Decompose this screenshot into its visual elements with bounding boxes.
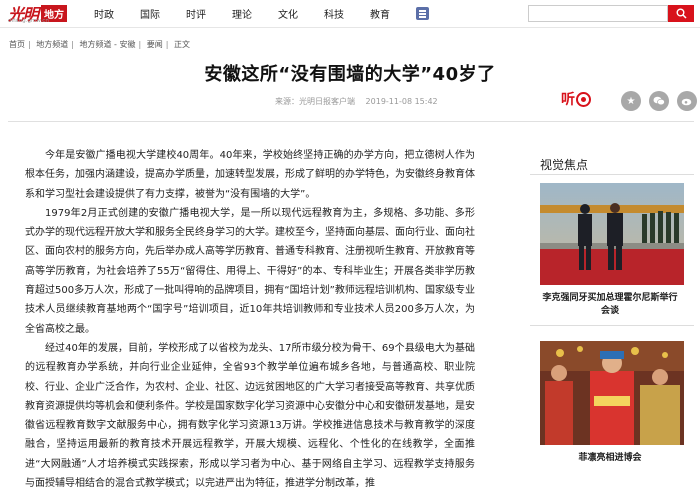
search-button[interactable] (668, 5, 694, 22)
top-navigation-bar: 光明 地方 difang.gmw.cn 时政 国际 时评 理论 文化 科技 教育 (0, 0, 700, 28)
nav-item-education[interactable]: 教育 (370, 6, 390, 21)
photo-expo[interactable] (540, 341, 684, 445)
article-meta: 来源：光明日报客户端 2019-11-08 15:42 (275, 96, 438, 107)
article-paragraph: 经过40年的发展，目前，学校形成了以省校为龙头、17所市级分校为骨干、69个县级… (25, 342, 475, 490)
audio-icon (576, 91, 591, 107)
photo-meeting[interactable] (540, 183, 684, 285)
main-nav: 时政 国际 时评 理论 文化 科技 教育 (94, 0, 429, 27)
logo-subtext: difang.gmw.cn (8, 17, 49, 24)
nav-item-theory[interactable]: 理论 (232, 6, 252, 21)
article-time: 2019-11-08 15:42 (365, 97, 438, 106)
weibo-share-icon[interactable] (677, 91, 697, 111)
nav-item-politics[interactable]: 时政 (94, 6, 114, 21)
photo-caption[interactable]: 李克强同牙买加总理霍尔尼斯举行会谈 (540, 292, 680, 318)
nav-item-international[interactable]: 国际 (140, 6, 160, 21)
listen-button[interactable]: 听 (561, 89, 591, 109)
photo-caption[interactable]: 菲凛亮相进博会 (540, 452, 680, 465)
article-source[interactable]: 来源：光明日报客户端 (275, 97, 355, 106)
search-icon (676, 8, 687, 19)
nav-item-tech[interactable]: 科技 (324, 6, 344, 21)
wechat-share-icon[interactable] (649, 91, 669, 111)
breadcrumb-news[interactable]: 要闻 (147, 40, 163, 49)
nav-item-culture[interactable]: 文化 (278, 6, 298, 21)
header-divider (8, 121, 694, 122)
sidebar-divider (530, 325, 694, 326)
breadcrumb-home[interactable]: 首页 (9, 40, 25, 49)
menu-more-icon[interactable] (416, 7, 429, 20)
site-logo[interactable]: 光明 地方 difang.gmw.cn (8, 3, 68, 24)
search-input[interactable] (528, 5, 668, 22)
favorite-icon[interactable]: ★ (621, 91, 641, 111)
breadcrumb: 首页 | 地方频道 | 地方频道 - 安徽 | 要闻 | 正文 (9, 40, 190, 49)
article-title: 安徽这所“没有围墙的大学”40岁了 (204, 64, 496, 85)
article-paragraph: 1979年2月正式创建的安徽广播电视大学，是一所以现代远程教育为主，多规格、多功… (25, 207, 475, 335)
article-paragraph: 今年是安徽广播电视大学建校40周年。40年来，学校始终坚持正确的办学方向，把立德… (25, 150, 475, 200)
breadcrumb-local[interactable]: 地方频道 (36, 40, 68, 49)
sidebar-divider (530, 174, 694, 175)
breadcrumb-current: 正文 (173, 40, 190, 49)
listen-label: 听 (561, 92, 575, 108)
sidebar-title: 视觉焦点 (540, 158, 589, 172)
nav-item-commentary[interactable]: 时评 (186, 6, 206, 21)
article-body: 今年是安徽广播电视大学建校40周年。40年来，学校始终坚持正确的办学方向，把立德… (25, 146, 475, 493)
breadcrumb-anhui[interactable]: 地方频道 - 安徽 (80, 40, 136, 49)
